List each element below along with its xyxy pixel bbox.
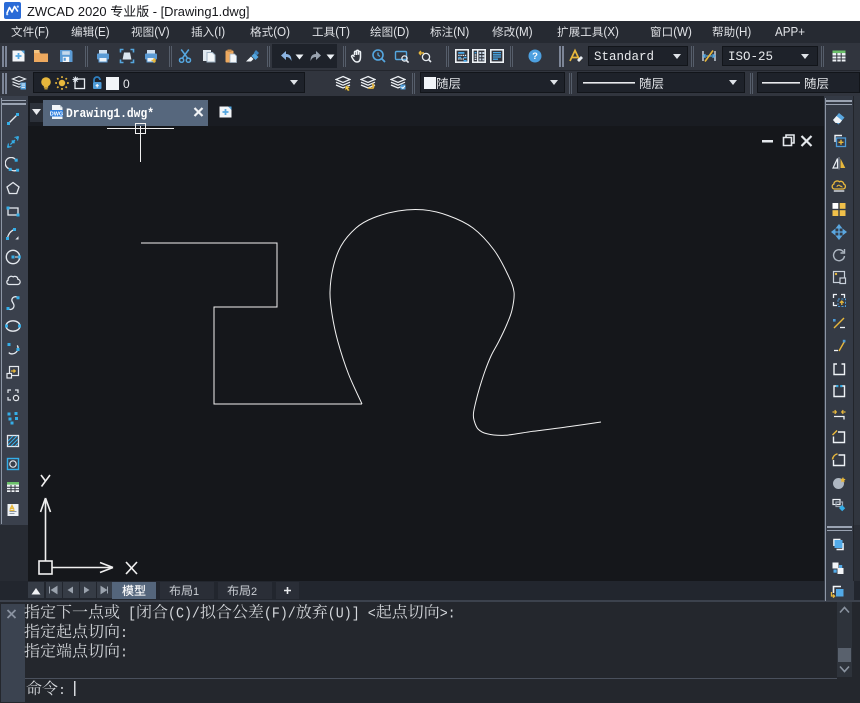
- svg-text:(I): (I): [214, 25, 225, 39]
- svg-text:ZWCAD 2020: ZWCAD 2020: [27, 4, 107, 19]
- svg-text:Standard: Standard: [594, 50, 654, 64]
- svg-text:Drawing1.dwg*: Drawing1.dwg*: [66, 106, 154, 121]
- svg-text:ISO-25: ISO-25: [728, 50, 773, 64]
- svg-text:(F)/: (F)/: [264, 605, 296, 623]
- svg-text:(V): (V): [154, 25, 170, 39]
- svg-text:[: [: [128, 605, 136, 623]
- svg-text:APP+: APP+: [775, 25, 805, 39]
- svg-text::: :: [120, 624, 128, 642]
- svg-text:(O): (O): [273, 25, 290, 39]
- svg-text:(F): (F): [34, 25, 49, 39]
- svg-text:(X): (X): [603, 25, 619, 39]
- svg-text:(W): (W): [673, 25, 692, 39]
- svg-text:(H): (H): [735, 25, 751, 39]
- svg-text:(N): (N): [453, 25, 469, 39]
- svg-text:>:: >:: [440, 605, 456, 623]
- svg-text::: :: [120, 644, 128, 662]
- svg-text::: :: [58, 683, 66, 698]
- svg-text:(U)] <: (U)] <: [328, 605, 376, 623]
- svg-text:0: 0: [123, 77, 130, 91]
- svg-text:(E): (E): [94, 25, 110, 39]
- svg-text:(D): (D): [393, 25, 409, 39]
- svg-text:1: 1: [193, 586, 199, 598]
- svg-text:(M): (M): [515, 25, 532, 39]
- svg-text:2: 2: [251, 586, 257, 598]
- svg-text:(C)/: (C)/: [168, 605, 200, 623]
- svg-text:(T): (T): [335, 25, 350, 39]
- svg-text:- [Drawing1.dwg]: - [Drawing1.dwg]: [153, 4, 250, 19]
